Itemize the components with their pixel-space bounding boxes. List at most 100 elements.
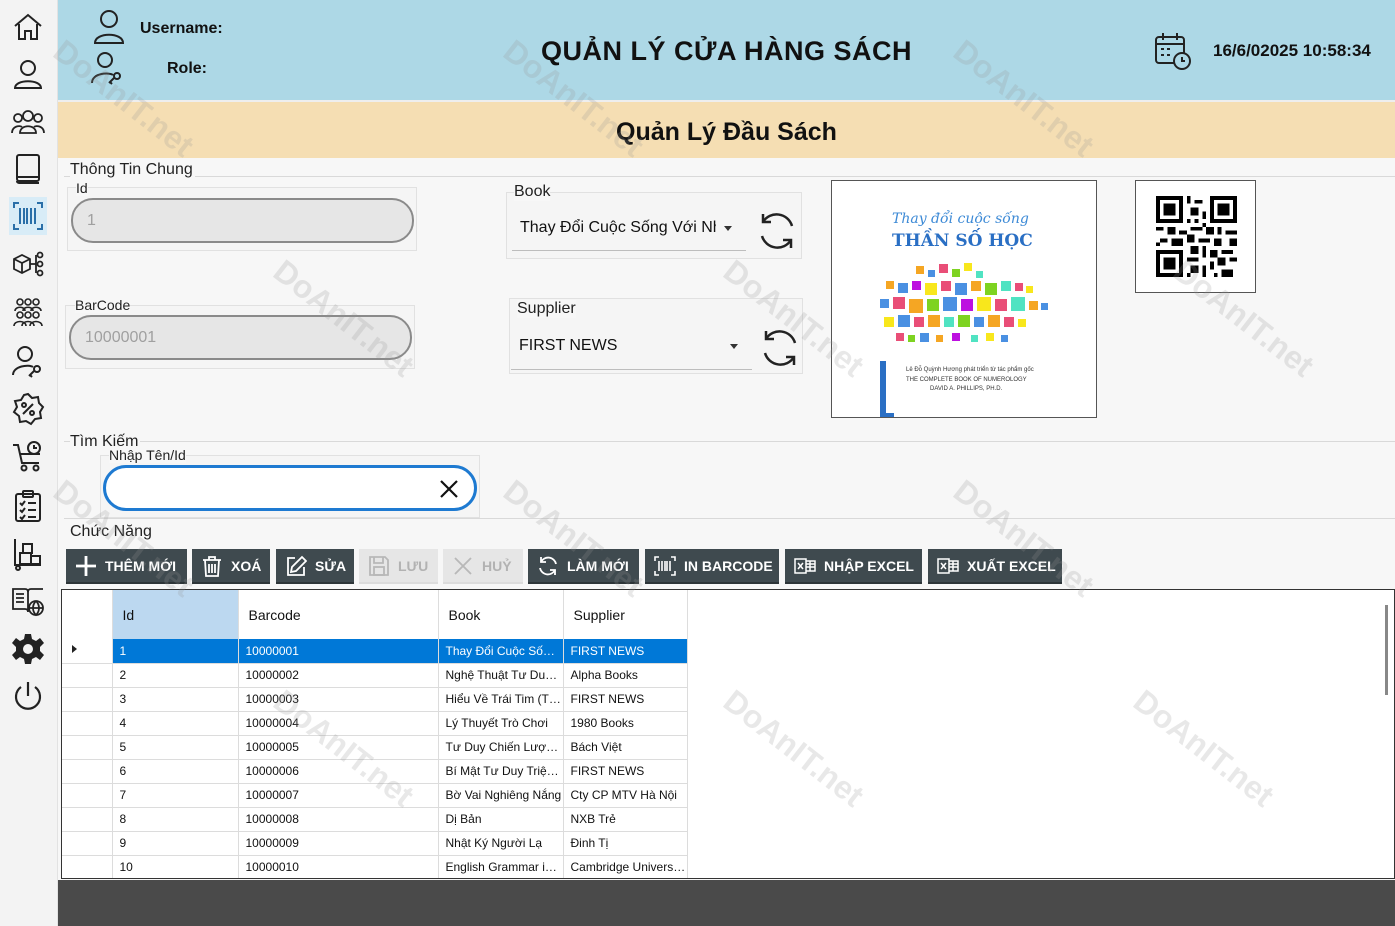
inventory-trolley-icon[interactable] <box>9 535 47 573</box>
cell-supplier[interactable]: Đinh Tị <box>563 831 688 856</box>
cell-supplier[interactable]: FIRST NEWS <box>563 759 688 784</box>
row-header[interactable] <box>62 735 113 760</box>
cell-book[interactable]: Nhật Ký Người Lạ <box>438 831 564 856</box>
barcode-icon[interactable] <box>9 197 47 235</box>
cell-supplier[interactable]: Cty CP MTV Hà Nội <box>563 783 688 808</box>
column-header-id[interactable]: Id <box>112 590 239 639</box>
cell-book[interactable]: English Grammar in Use <box>438 855 564 878</box>
column-header-barcode[interactable]: Barcode <box>238 590 439 639</box>
print-barcode-button[interactable]: IN BARCODE <box>645 549 779 584</box>
supplier-refresh-icon[interactable] <box>757 325 803 371</box>
table-row[interactable]: 8 10000008 Dị Bản NXB Trẻ <box>62 807 688 832</box>
cell-id[interactable]: 4 <box>112 711 239 736</box>
table-row[interactable]: 9 10000009 Nhật Ký Người Lạ Đinh Tị <box>62 831 688 856</box>
row-header[interactable] <box>62 639 113 664</box>
book-refresh-icon[interactable] <box>754 208 800 254</box>
delete-button[interactable]: XOÁ <box>192 549 270 584</box>
cell-barcode[interactable]: 10000007 <box>238 783 439 808</box>
cell-barcode[interactable]: 10000005 <box>238 735 439 760</box>
refresh-button[interactable]: LÀM MỚI <box>528 549 639 584</box>
user-icon[interactable] <box>9 55 47 93</box>
import-excel-button[interactable]: NHẬP EXCEL <box>785 549 922 584</box>
settings-gear-icon[interactable] <box>9 630 47 668</box>
save-button[interactable]: LƯU <box>359 549 438 584</box>
cell-barcode[interactable]: 10000001 <box>238 639 439 664</box>
cell-barcode[interactable]: 10000002 <box>238 663 439 688</box>
cell-book[interactable]: Dị Bản <box>438 807 564 832</box>
cell-supplier[interactable]: Bách Việt <box>563 735 688 760</box>
table-row[interactable]: 310000003Hiểu Về Trái Tim (Tái Bản)FIRST… <box>62 687 688 712</box>
cell-id[interactable]: 9 <box>112 831 239 856</box>
row-header[interactable] <box>62 687 113 712</box>
cell-supplier[interactable]: NXB Trẻ <box>563 807 688 832</box>
cart-clock-icon[interactable] <box>9 437 47 475</box>
row-header[interactable] <box>62 783 113 808</box>
cell-id[interactable]: 1 <box>112 639 239 664</box>
cell-barcode[interactable]: 10000004 <box>238 711 439 736</box>
cell-supplier[interactable]: 1980 Books <box>563 711 688 736</box>
cell-id[interactable]: 8 <box>112 807 239 832</box>
cell-supplier[interactable]: Cambridge University Press <box>563 855 688 878</box>
cell-supplier[interactable]: Alpha Books <box>563 663 688 688</box>
cell-id[interactable]: 5 <box>112 735 239 760</box>
cell-supplier[interactable]: FIRST NEWS <box>563 639 688 664</box>
book-combobox[interactable]: Thay Đổi Cuộc Sống Với Nh <box>512 206 746 251</box>
edit-button[interactable]: SỬA <box>276 549 354 584</box>
cell-barcode[interactable]: 10000008 <box>238 807 439 832</box>
edit-label: SỬA <box>315 557 347 574</box>
cell-book[interactable]: Thay Đổi Cuộc Sống Với Nhân Số Học <box>438 639 564 664</box>
cell-book[interactable]: Bí Mật Tư Duy Triệu Phú <box>438 759 564 784</box>
table-row[interactable]: 4 10000004 Lý Thuyết Trò Chơi 1980 Books <box>62 711 688 736</box>
table-row[interactable]: 110000001Thay Đổi Cuộc Sống Với Nhân Số … <box>62 639 688 664</box>
row-header[interactable] <box>62 807 113 832</box>
product-network-icon[interactable] <box>9 245 47 283</box>
cell-id[interactable]: 6 <box>112 759 239 784</box>
cell-book[interactable]: Hiểu Về Trái Tim (Tái Bản) <box>438 687 564 712</box>
row-header[interactable] <box>62 831 113 856</box>
cell-barcode[interactable]: 10000003 <box>238 687 439 712</box>
cover-illustration <box>880 263 1048 342</box>
supplier-combobox[interactable]: FIRST NEWS <box>511 323 752 370</box>
cell-barcode[interactable]: 10000009 <box>238 831 439 856</box>
cell-barcode[interactable]: 10000006 <box>238 759 439 784</box>
power-icon[interactable] <box>9 677 47 715</box>
checklist-icon[interactable] <box>9 487 47 525</box>
search-input[interactable] <box>103 465 477 511</box>
user-key-icon[interactable] <box>9 342 47 380</box>
book-icon[interactable] <box>9 150 47 188</box>
cell-barcode[interactable]: 10000010 <box>238 855 439 878</box>
table-row[interactable]: 7 10000007 Bờ Vai Nghiêng Nắng Cty CP MTV H… <box>62 783 688 808</box>
cell-book[interactable]: Bờ Vai Nghiêng Nắng <box>438 783 564 808</box>
cell-book[interactable]: Nghệ Thuật Tư Duy Rành Mạch <box>438 663 564 688</box>
watermark: DoAnIT.net <box>946 472 1101 604</box>
cell-supplier[interactable]: FIRST NEWS <box>563 687 688 712</box>
cell-id[interactable]: 3 <box>112 687 239 712</box>
cell-id[interactable]: 10 <box>112 855 239 878</box>
cell-book[interactable]: Tư Duy Chiến Lược - Lý Thuyết <box>438 735 564 760</box>
table-row[interactable]: 1010000010English Grammar in UseCambridg… <box>62 855 688 878</box>
table-row[interactable]: 210000002Nghệ Thuật Tư Duy Rành MạchAlph… <box>62 663 688 688</box>
row-header[interactable] <box>62 711 113 736</box>
vertical-scrollbar[interactable] <box>1385 605 1388 695</box>
cell-book[interactable]: Lý Thuyết Trò Chơi <box>438 711 564 736</box>
id-input[interactable]: 1 <box>71 198 414 243</box>
column-header-supplier[interactable]: Supplier <box>563 590 688 639</box>
clear-search-icon[interactable] <box>439 479 459 499</box>
cell-id[interactable]: 2 <box>112 663 239 688</box>
barcode-input[interactable]: 10000001 <box>69 315 412 360</box>
users-group-icon[interactable] <box>9 103 47 141</box>
row-header[interactable] <box>62 855 113 878</box>
book-globe-icon[interactable] <box>9 582 47 620</box>
table-row[interactable]: 510000005Tư Duy Chiến Lược - Lý ThuyếtBá… <box>62 735 688 760</box>
add-new-button[interactable]: THÊM MỚI <box>66 549 187 584</box>
column-header-book[interactable]: Book <box>438 590 564 639</box>
table-row[interactable]: 610000006Bí Mật Tư Duy Triệu PhúFIRST NE… <box>62 759 688 784</box>
export-excel-button[interactable]: XUẤT EXCEL <box>928 549 1062 584</box>
discount-icon[interactable] <box>9 390 47 428</box>
home-icon[interactable] <box>9 8 47 46</box>
row-header[interactable] <box>62 759 113 784</box>
row-header[interactable] <box>62 663 113 688</box>
customers-icon[interactable] <box>9 293 47 331</box>
cell-id[interactable]: 7 <box>112 783 239 808</box>
cancel-button[interactable]: HUỶ <box>443 549 523 584</box>
